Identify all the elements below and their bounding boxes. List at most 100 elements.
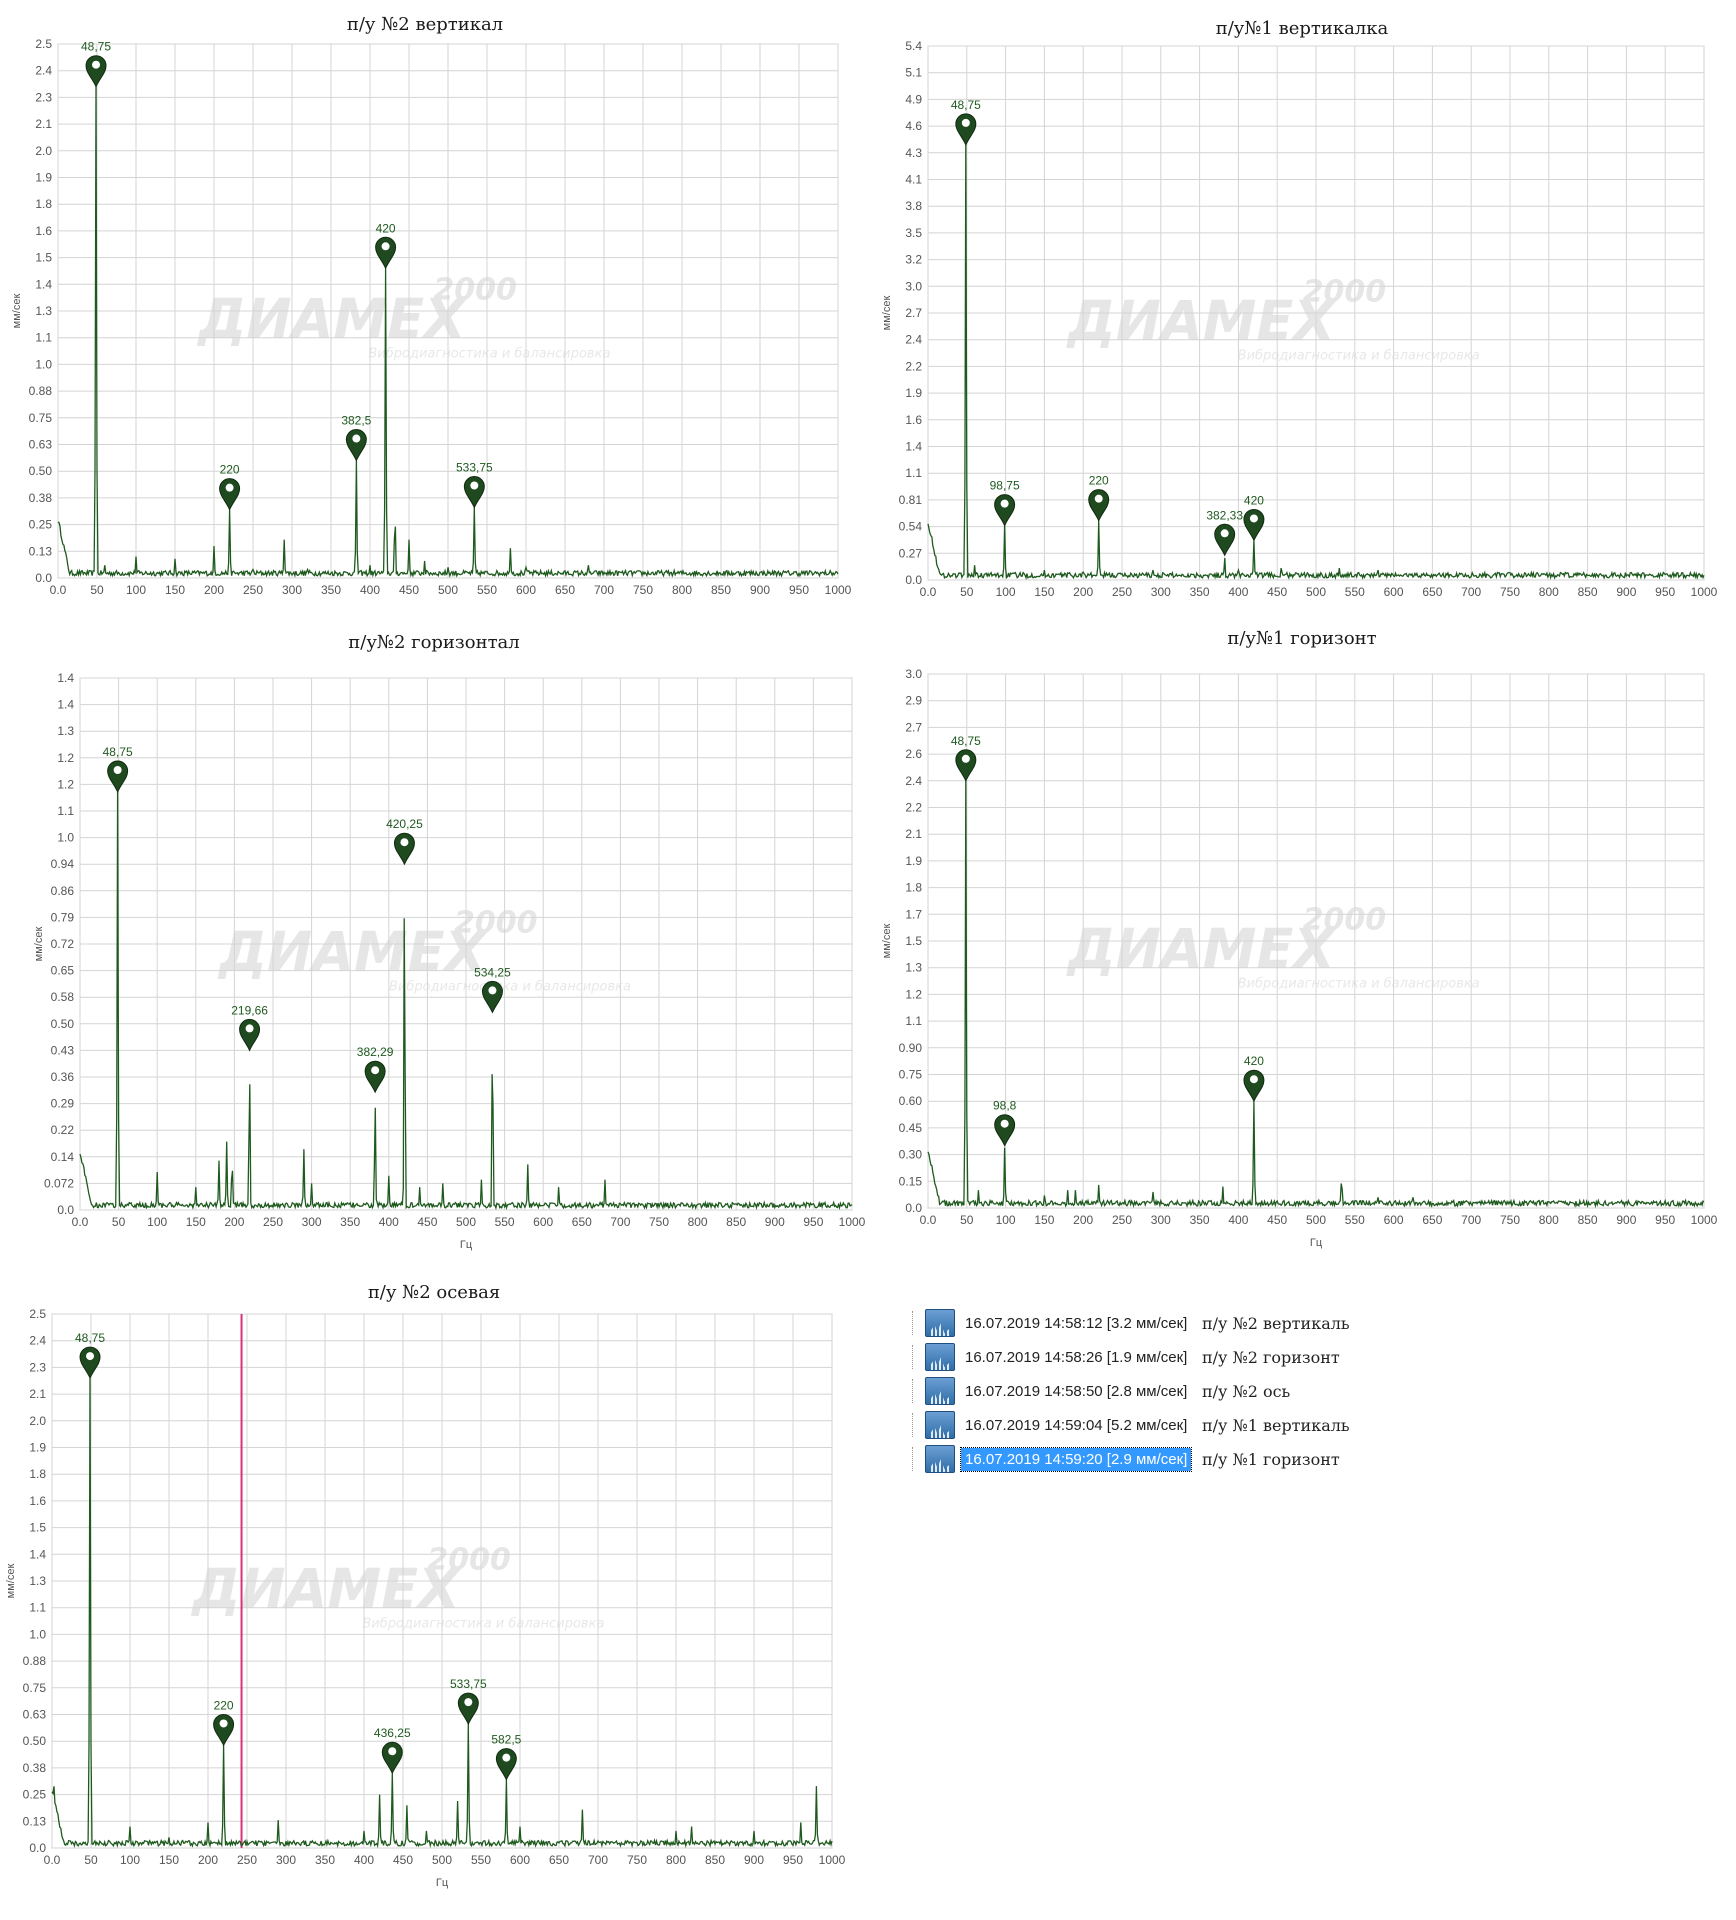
x-tick-label: 0.0: [44, 1853, 61, 1867]
y-tick-label: 1.4: [905, 440, 922, 454]
measurement-row[interactable]: 16.07.2019 14:58:50 [2.8 мм/сек] п/у №2 …: [912, 1374, 1432, 1408]
y-tick-label: 1.2: [57, 777, 74, 791]
peak-label: 220: [1089, 474, 1109, 488]
x-tick-label: 550: [477, 583, 497, 597]
spectrum-icon: [925, 1343, 955, 1371]
x-axis-label: Гц: [436, 1877, 449, 1889]
x-tick-label: 900: [1616, 585, 1636, 599]
y-tick-label: 1.0: [35, 357, 52, 371]
measurement-list: 16.07.2019 14:58:12 [3.2 мм/сек] п/у №2 …: [912, 1306, 1432, 1476]
y-tick-label: 0.60: [899, 1094, 923, 1108]
peak-label: 48,75: [951, 98, 981, 112]
pin-hole: [400, 838, 409, 847]
x-tick-label: 500: [1306, 585, 1326, 599]
measurement-row-selected[interactable]: 16.07.2019 14:59:20 [2.9 мм/сек] п/у №1 …: [912, 1442, 1432, 1476]
peak-label: 98,8: [993, 1099, 1017, 1113]
pin-hole: [502, 1753, 511, 1762]
y-tick-label: 4.3: [905, 146, 922, 160]
y-tick-label: 1.9: [29, 1441, 46, 1455]
y-tick-label: 1.8: [35, 197, 52, 211]
y-tick-label: 0.94: [51, 857, 75, 871]
y-tick-label: 4.6: [905, 119, 922, 133]
y-tick-label: 0.38: [29, 491, 53, 505]
y-tick-label: 1.3: [29, 1574, 46, 1588]
y-tick-label: 0.88: [23, 1654, 47, 1668]
x-tick-label: 200: [224, 1215, 244, 1229]
x-axis-label: Гц: [1310, 1237, 1323, 1249]
x-tick-label: 250: [243, 583, 263, 597]
peak-label: 420: [1244, 493, 1264, 507]
x-tick-label: 550: [471, 1853, 491, 1867]
y-tick-label: 0.58: [51, 990, 75, 1004]
y-tick-label: 0.63: [23, 1708, 47, 1722]
spectrum-icon: [925, 1377, 955, 1405]
x-tick-label: 50: [84, 1853, 98, 1867]
y-tick-label: 0.072: [44, 1176, 74, 1190]
measurement-row-text: 16.07.2019 14:59:20 [2.9 мм/сек]: [959, 1446, 1193, 1472]
measurement-row[interactable]: 16.07.2019 14:58:26 [1.9 мм/сек] п/у №2 …: [912, 1340, 1432, 1374]
y-tick-label: 1.4: [57, 698, 74, 712]
y-tick-label: 0.27: [899, 546, 923, 560]
y-tick-label: 1.9: [905, 386, 922, 400]
y-tick-label: 2.7: [905, 720, 922, 734]
x-tick-label: 750: [649, 1215, 669, 1229]
watermark-number: 2000: [433, 273, 517, 308]
spectrum-icon: [925, 1411, 955, 1439]
chart-panel-2: п/у№1 вертикалка ДИАМЕХ 2000 Вибродиагност…: [868, 0, 1736, 610]
x-tick-label: 0.0: [72, 1215, 89, 1229]
x-tick-label: 150: [159, 1853, 179, 1867]
y-tick-label: 0.75: [23, 1681, 47, 1695]
y-tick-label: 5.1: [905, 66, 922, 80]
y-tick-label: 0.30: [899, 1148, 923, 1162]
x-tick-label: 900: [750, 583, 770, 597]
x-axis-label: Гц: [460, 1239, 473, 1251]
x-tick-label: 400: [354, 1853, 374, 1867]
y-tick-label: 0.75: [29, 411, 53, 425]
y-tick-label: 0.72: [51, 937, 75, 951]
y-axis-label: мм/сек: [5, 1564, 17, 1599]
y-tick-label: 1.5: [905, 934, 922, 948]
x-tick-label: 300: [282, 583, 302, 597]
pin-hole: [92, 60, 101, 69]
x-tick-label: 800: [672, 583, 692, 597]
pin-hole: [1249, 514, 1258, 523]
x-tick-label: 950: [789, 583, 809, 597]
x-tick-label: 350: [321, 583, 341, 597]
y-tick-label: 0.0: [57, 1203, 74, 1217]
x-tick-label: 150: [1034, 1213, 1054, 1227]
watermark-subtitle: Вибродиагностика и балансировка: [389, 980, 631, 995]
x-tick-label: 950: [1655, 585, 1675, 599]
x-tick-label: 200: [198, 1853, 218, 1867]
y-tick-label: 0.36: [51, 1070, 75, 1084]
watermark-subtitle: Вибродиагностика и балансировка: [368, 347, 610, 362]
watermark-text: ДИАМЕХ: [217, 921, 489, 984]
measurement-row-desc: п/у №2 горизонт: [1202, 1347, 1340, 1367]
y-tick-label: 2.1: [35, 117, 52, 131]
measurement-row[interactable]: 16.07.2019 14:58:12 [3.2 мм/сек] п/у №2 …: [912, 1306, 1432, 1340]
x-tick-label: 500: [432, 1853, 452, 1867]
chart-panel-5: п/у №2 осевая ДИАМЕХ 2000 Вибродиагностика…: [0, 1274, 868, 1914]
y-tick-label: 2.0: [29, 1414, 46, 1428]
y-tick-label: 2.4: [905, 774, 922, 788]
y-tick-label: 0.13: [29, 544, 53, 558]
x-tick-label: 700: [588, 1853, 608, 1867]
pin-hole: [1000, 499, 1009, 508]
y-tick-label: 1.3: [57, 724, 74, 738]
x-tick-label: 350: [1190, 1213, 1210, 1227]
peak-label: 534,25: [474, 965, 511, 979]
y-tick-label: 1.6: [35, 224, 52, 238]
pin-hole: [245, 1024, 254, 1033]
y-axis-label: мм/сек: [33, 927, 45, 962]
x-tick-label: 850: [1578, 1213, 1598, 1227]
x-tick-label: 650: [555, 583, 575, 597]
y-tick-label: 0.22: [51, 1123, 75, 1137]
spectrum-icon: [925, 1445, 955, 1473]
x-tick-label: 950: [803, 1215, 823, 1229]
watermark-text: ДИАМЕХ: [1066, 918, 1338, 981]
spectrum-chart: ДИАМЕХ2000 Вибродиагностика и балансировк…: [881, 667, 1718, 1249]
y-tick-label: 0.0: [29, 1841, 46, 1855]
measurement-row[interactable]: 16.07.2019 14:59:04 [5.2 мм/сек] п/у №1 …: [912, 1408, 1432, 1442]
x-tick-label: 300: [302, 1215, 322, 1229]
x-tick-label: 700: [1461, 1213, 1481, 1227]
x-tick-label: 50: [960, 585, 974, 599]
